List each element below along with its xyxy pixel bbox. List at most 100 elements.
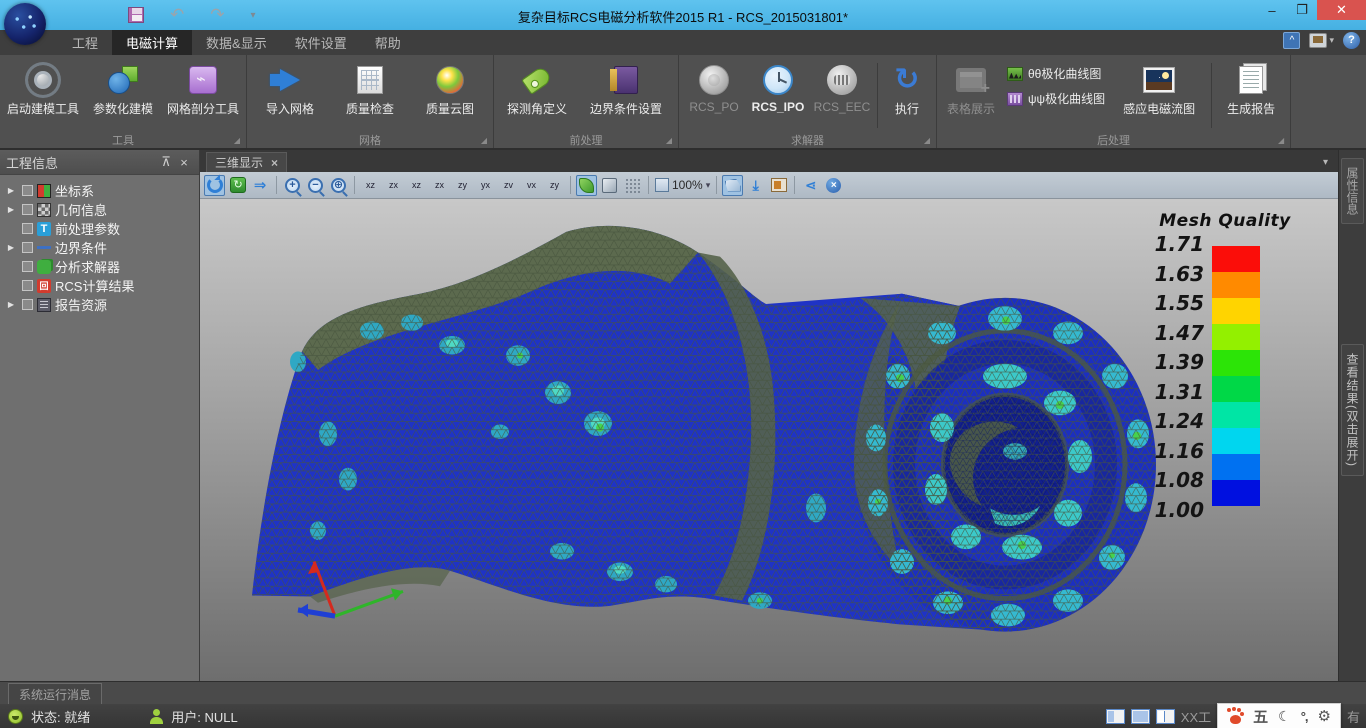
expander-icon[interactable]: ▶: [4, 300, 18, 309]
induced-current-map-button[interactable]: 感应电磁流图: [1111, 59, 1207, 117]
view-results-tab[interactable]: 查看结果(双击展开): [1341, 344, 1364, 476]
checkbox[interactable]: [22, 204, 33, 215]
down-arrow-button[interactable]: ⤓: [745, 175, 766, 196]
group-expand-icon[interactable]: ◢: [481, 136, 487, 145]
baidu-paw-icon[interactable]: [1227, 708, 1243, 724]
checkbox[interactable]: [22, 242, 33, 253]
points-view-button[interactable]: [622, 175, 643, 196]
layout-left-panel-icon[interactable]: [1106, 709, 1125, 724]
view-preset-button-4[interactable]: zx: [429, 175, 450, 196]
group-expand-icon[interactable]: ◢: [924, 136, 930, 145]
mesh-partition-tool-button[interactable]: 网格剖分工具: [164, 59, 242, 117]
3d-canvas[interactable]: Mesh Quality 1.71 1.63 1.55 1.47 1.39 1.…: [200, 199, 1338, 681]
legend-title: Mesh Quality: [1150, 211, 1300, 231]
import-mesh-button[interactable]: 导入网格: [251, 59, 329, 117]
group-expand-icon[interactable]: ◢: [1278, 136, 1284, 145]
tab-dianci-jisuan[interactable]: 电磁计算: [112, 30, 192, 55]
view-preset-button-5[interactable]: zy: [452, 175, 473, 196]
tree-item-solver[interactable]: 分析求解器: [4, 257, 199, 276]
copyright-text-right: 有: [1347, 707, 1360, 726]
group-expand-icon[interactable]: ◢: [234, 136, 240, 145]
points-icon: [625, 178, 640, 193]
book-icon: [614, 66, 638, 94]
panel-close-icon[interactable]: ×: [175, 155, 193, 170]
wireframe-view-button[interactable]: [599, 175, 620, 196]
generate-report-button[interactable]: 生成报告: [1216, 59, 1286, 117]
parametric-modeling-button[interactable]: 参数化建模: [84, 59, 162, 117]
execute-button[interactable]: ↻ 执行: [882, 59, 932, 117]
view-preset-button-9[interactable]: zy: [544, 175, 565, 196]
tree-item-report-resources[interactable]: ▶ 报告资源: [4, 295, 199, 314]
launch-modeling-tool-button[interactable]: 启动建模工具: [4, 59, 82, 117]
psi-polarization-curve-button[interactable]: ψψ极化曲线图: [1007, 90, 1105, 107]
surface-select-button[interactable]: [722, 175, 743, 196]
tree-item-preprocess-params[interactable]: T 前处理参数: [4, 219, 199, 238]
checkbox[interactable]: [22, 261, 33, 272]
rotate-view-button[interactable]: [204, 175, 225, 196]
share-button[interactable]: ⋖: [800, 175, 821, 196]
boundary-settings-button[interactable]: 边界条件设置: [578, 59, 674, 117]
layout-right-panel-icon[interactable]: [1156, 709, 1175, 724]
system-messages-tab[interactable]: 系统运行消息: [8, 683, 102, 704]
minimize-button[interactable]: –: [1257, 0, 1287, 20]
ime-settings-gear-icon[interactable]: ⚙: [1318, 707, 1331, 725]
tree-item-boundary-conditions[interactable]: ▶ 边界条件: [4, 238, 199, 257]
layout-full-panel-icon[interactable]: [1131, 709, 1150, 724]
restore-button[interactable]: ❐: [1287, 0, 1317, 20]
ime-punctuation-icon[interactable]: °,: [1301, 709, 1308, 724]
tree-item-geometry-info[interactable]: ▶ 几何信息: [4, 200, 199, 219]
quality-check-button[interactable]: 质量检查: [331, 59, 409, 117]
quality-cloud-button[interactable]: 质量云图: [411, 59, 489, 117]
tab-close-icon[interactable]: ×: [271, 156, 278, 170]
properties-panel-tab[interactable]: 属性信息: [1341, 158, 1364, 224]
expander-icon[interactable]: ▶: [4, 243, 18, 252]
probe-angle-button[interactable]: 探测角定义: [498, 59, 576, 117]
copyright-text-left: XX工: [1181, 707, 1211, 726]
ime-wubi-mode[interactable]: 五: [1253, 706, 1268, 727]
group-expand-icon[interactable]: ◢: [666, 136, 672, 145]
display-style-icon[interactable]: [1309, 33, 1327, 48]
checkbox[interactable]: [22, 223, 33, 234]
orbit-button[interactable]: [227, 175, 248, 196]
expander-icon[interactable]: ▶: [4, 205, 18, 214]
pan-button[interactable]: ⇗: [250, 175, 271, 196]
ime-halfwidth-moon-icon[interactable]: ☾: [1278, 708, 1291, 725]
display-dropdown-icon[interactable]: ▾: [1329, 35, 1334, 46]
zoom-in-icon: +: [285, 178, 300, 193]
tab-ruanjian-shezhi[interactable]: 软件设置: [281, 30, 361, 55]
pin-icon[interactable]: ⊼: [157, 154, 175, 170]
tab-list-dropdown-icon[interactable]: ▾: [1323, 157, 1328, 168]
shaded-view-button[interactable]: [576, 175, 597, 196]
expander-icon[interactable]: ▶: [4, 186, 18, 195]
zoom-out-button[interactable]: −: [305, 175, 326, 196]
clear-view-button[interactable]: ×: [823, 175, 844, 196]
checkbox[interactable]: [22, 280, 33, 291]
tab-bangzhu[interactable]: 帮助: [361, 30, 415, 55]
ribbon-collapse-icon[interactable]: ^: [1283, 32, 1300, 49]
view-preset-button-2[interactable]: zx: [383, 175, 404, 196]
zoom-level-control[interactable]: 100% ▾: [654, 175, 711, 196]
app-logo-icon[interactable]: [4, 3, 46, 45]
zoom-dropdown-icon[interactable]: ▾: [706, 180, 711, 191]
zoom-in-button[interactable]: +: [282, 175, 303, 196]
zoom-fit-button[interactable]: ⊕: [328, 175, 349, 196]
theta-polarization-curve-button[interactable]: θθ极化曲线图: [1007, 65, 1105, 82]
tree-item-rcs-results[interactable]: 回 RCS计算结果: [4, 276, 199, 295]
view-preset-button-8[interactable]: vx: [521, 175, 542, 196]
close-button[interactable]: ✕: [1317, 0, 1366, 20]
view-preset-button-3[interactable]: xz: [406, 175, 427, 196]
view-preset-button-7[interactable]: zv: [498, 175, 519, 196]
window-capture-button[interactable]: [768, 175, 789, 196]
tree-item-coordinate-system[interactable]: ▶ 坐标系: [4, 181, 199, 200]
checkbox[interactable]: [22, 299, 33, 310]
checkbox[interactable]: [22, 185, 33, 196]
rotate-icon: [207, 177, 223, 193]
tab-3d-display[interactable]: 三维显示 ×: [206, 152, 287, 172]
view-preset-button-1[interactable]: xz: [360, 175, 381, 196]
tab-shuju-xianshi[interactable]: 数据&显示: [192, 30, 281, 55]
help-icon[interactable]: ?: [1343, 32, 1360, 49]
view-preset-button-6[interactable]: yx: [475, 175, 496, 196]
project-panel-title: 工程信息: [6, 153, 157, 172]
tab-gongcheng[interactable]: 工程: [58, 30, 112, 55]
rcs-ipo-button[interactable]: RCS_IPO: [747, 59, 809, 114]
